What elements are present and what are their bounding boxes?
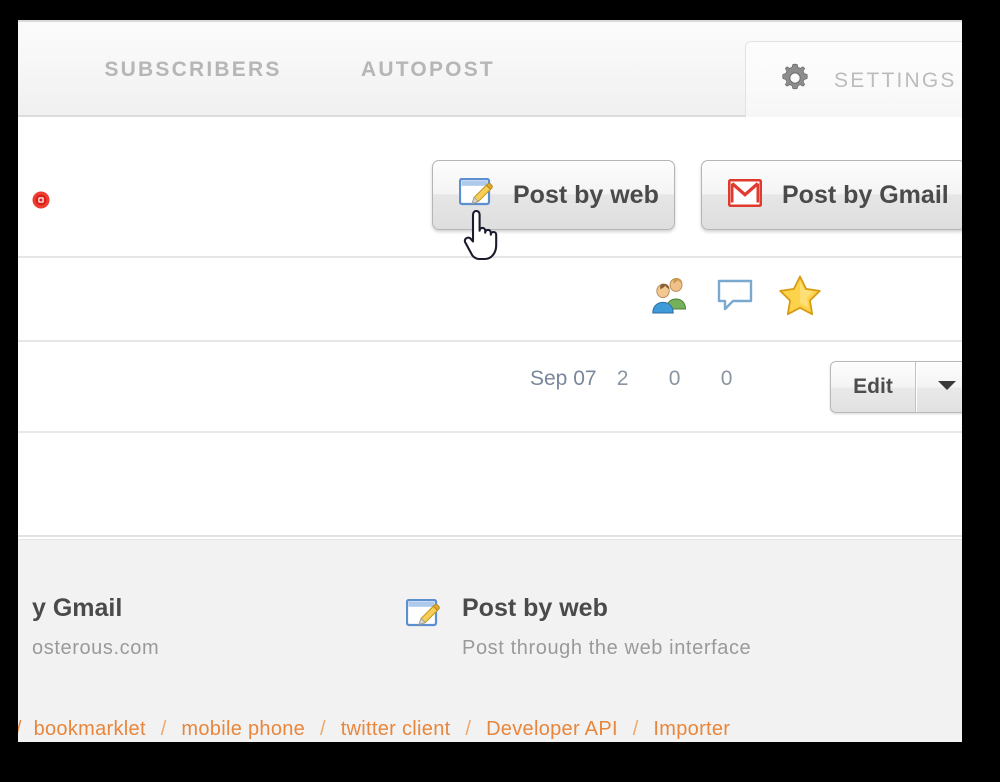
- footer-item-post-by-gmail[interactable]: y Gmail osterous.com: [18, 594, 160, 660]
- edit-dropdown-button[interactable]: [916, 362, 962, 412]
- tab-settings-label: SETTINGS: [834, 68, 957, 92]
- post-by-gmail-label: Post by Gmail: [782, 180, 949, 209]
- footer-link-separator: /: [632, 718, 639, 740]
- edit-button-label: Edit: [853, 375, 893, 398]
- post-comment-count: 0: [668, 367, 681, 390]
- footer-link-separator: /: [160, 718, 167, 740]
- footer-links: // bookmarklet / mobile phone / twitter …: [18, 718, 962, 741]
- web-compose-icon: [405, 598, 440, 634]
- footer-link-separator: /: [319, 718, 326, 740]
- post-subscriber-count: 2: [616, 367, 629, 390]
- chevron-down-icon: [937, 378, 957, 396]
- tab-subscribers[interactable]: SUBSCRIBERS: [78, 22, 308, 117]
- comments-icon: [716, 278, 754, 317]
- footer-item-text: y Gmail osterous.com: [32, 594, 160, 660]
- footer-link-separator: /: [465, 718, 472, 740]
- footer-links-prefix: //: [18, 718, 22, 740]
- content-blank-area: [18, 433, 962, 537]
- post-meta: Sep 07 2 0 0: [530, 367, 753, 391]
- action-bar: Post by web Post by Gmail: [18, 117, 962, 258]
- post-by-web-label: Post by web: [513, 180, 659, 209]
- edit-button-group: Edit: [830, 361, 962, 413]
- footer-link-bookmarklet[interactable]: bookmarklet: [34, 718, 146, 740]
- tab-subscribers-label: SUBSCRIBERS: [104, 57, 282, 81]
- post-row: Sep 07 2 0 0 Edit: [18, 342, 962, 433]
- post-by-gmail-button[interactable]: Post by Gmail: [701, 160, 962, 230]
- edit-button[interactable]: Edit: [831, 362, 916, 412]
- footer-item-title: Post by web: [462, 594, 608, 622]
- footer-item-subtitle: osterous.com: [32, 636, 160, 659]
- tab-settings[interactable]: SETTINGS: [745, 41, 962, 119]
- gear-icon: [778, 61, 812, 100]
- footer-item-text: Post by web Post through the web interfa…: [462, 594, 752, 660]
- screen: SUBSCRIBERS AUTOPOST SETTINGS Post by we…: [0, 0, 1000, 782]
- footer-item-subtitle: Post through the web interface: [462, 636, 752, 659]
- tab-bar: SUBSCRIBERS AUTOPOST SETTINGS: [18, 20, 962, 119]
- footer-link-twitter-client[interactable]: twitter client: [341, 718, 451, 740]
- footer-link-mobile-phone[interactable]: mobile phone: [181, 718, 305, 740]
- favorites-star-icon: [778, 274, 822, 321]
- red-record-icon: [32, 191, 50, 209]
- web-compose-icon: [458, 177, 493, 213]
- post-date: Sep 07: [530, 367, 597, 390]
- post-favorite-count: 0: [720, 367, 733, 390]
- tab-autopost[interactable]: AUTOPOST: [328, 22, 528, 117]
- column-icon-header-row: [18, 258, 962, 342]
- footer-item-post-by-web[interactable]: Post by web Post through the web interfa…: [405, 594, 752, 660]
- legend-icon-group: [648, 274, 822, 321]
- footer: y Gmail osterous.com Post by web Post th…: [18, 539, 962, 742]
- post-by-web-button[interactable]: Post by web: [432, 160, 675, 230]
- footer-link-developer-api[interactable]: Developer API: [486, 718, 618, 740]
- footer-item-title: y Gmail: [32, 594, 123, 622]
- footer-link-importer[interactable]: Importer: [653, 718, 730, 740]
- gmail-icon: [727, 178, 763, 212]
- subscribers-icon: [648, 275, 692, 320]
- tab-autopost-label: AUTOPOST: [361, 57, 495, 81]
- page-viewport: SUBSCRIBERS AUTOPOST SETTINGS Post by we…: [18, 20, 962, 742]
